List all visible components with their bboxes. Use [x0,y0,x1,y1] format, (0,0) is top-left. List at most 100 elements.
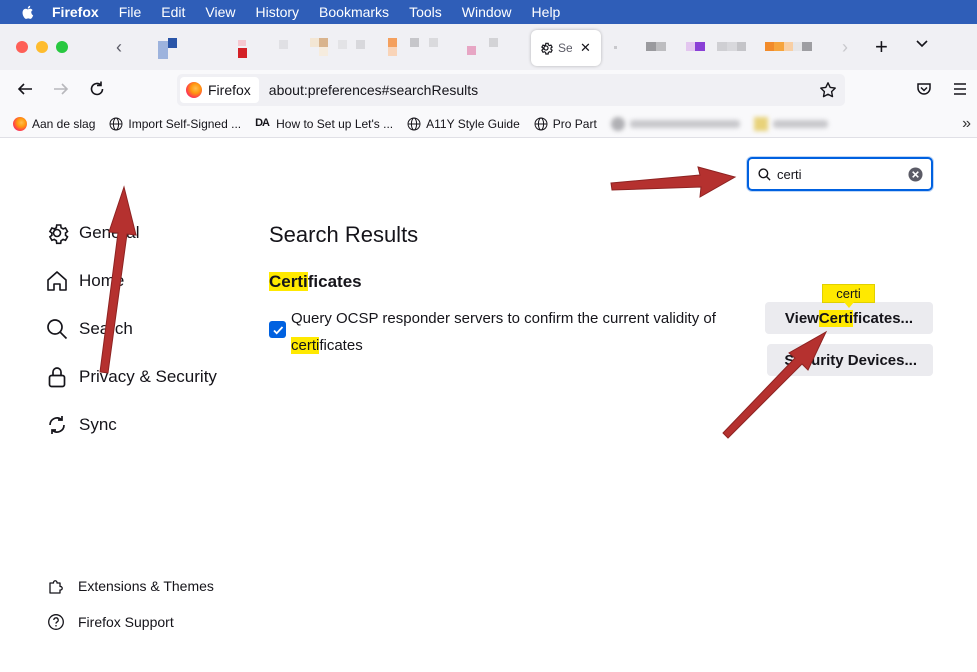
sidebar-item-sync[interactable]: Sync [45,413,117,437]
tab-settings-label: Settings [558,41,572,55]
search-highlight: certi [291,337,320,354]
reload-icon[interactable] [88,80,106,98]
section-title-rest: ficates [307,272,362,291]
bookmark-item[interactable]: Pro Part [534,117,597,131]
new-tab-icon[interactable]: + [875,34,888,60]
url-text[interactable]: about:preferences#searchResults [269,82,478,98]
firefox-logo-icon [186,82,202,98]
checkmark-icon [272,325,283,334]
scroll-tabs-left-icon[interactable]: ‹ [116,37,122,58]
bookmark-item[interactable]: DA How to Set up Let's ... [255,117,393,131]
ocsp-label-text: Query OCSP responder servers to confirm … [291,310,716,327]
page-title: Search Results [269,222,419,247]
menu-file[interactable]: File [119,4,142,20]
firefox-icon [13,116,27,131]
menu-hamburger-icon[interactable] [953,82,967,96]
search-icon [47,319,68,340]
sidebar-foot-label: Extensions & Themes [78,578,214,594]
search-highlight: Certi [818,309,854,327]
ocsp-label-rest: ficates [319,337,363,354]
bookmark-star-icon[interactable] [819,81,837,99]
menu-tools[interactable]: Tools [409,4,442,20]
bookmark-item-blurred[interactable] [753,116,828,131]
bookmark-label: Pro Part [552,116,597,131]
bookmarks-toolbar: Aan de slag Import Self-Signed ... DA Ho… [0,110,977,138]
gear-icon [48,224,69,245]
search-match-tooltip: certi [822,284,875,308]
security-devices-button[interactable]: Security Devices... [767,344,933,376]
menu-history[interactable]: History [255,4,299,20]
home-icon [47,271,67,291]
identity-box[interactable]: Firefox [180,77,259,103]
sidebar-item-label: Privacy & Security [79,367,217,386]
pocket-icon[interactable] [916,81,932,97]
globe-icon [534,117,548,130]
sidebar-extensions-themes[interactable]: Extensions & Themes [47,577,214,595]
puzzle-icon [49,580,63,594]
search-highlight: Certi [269,272,308,291]
close-window-button[interactable] [16,41,28,53]
search-icon [758,167,771,181]
back-icon[interactable] [16,80,34,98]
apple-icon[interactable] [20,4,36,20]
zoom-window-button[interactable] [56,41,68,53]
button-label-prefix: View [784,309,819,327]
globe-icon [407,117,421,130]
sidebar-item-general[interactable]: General [45,221,139,245]
section-title-certificates: Certificates [269,272,362,292]
menu-edit[interactable]: Edit [161,4,185,20]
settings-search-input[interactable] [777,166,907,182]
sidebar-item-label: General [79,223,140,242]
settings-search-box[interactable] [747,157,933,191]
bookmark-label: A11Y Style Guide [426,116,520,131]
menu-help[interactable]: Help [532,4,561,20]
macos-menubar: Firefox File Edit View History Bookmarks… [0,0,977,24]
clear-search-icon[interactable] [908,167,923,182]
identity-label: Firefox [208,82,251,98]
bookmark-item[interactable]: Import Self-Signed ... [109,117,241,131]
bookmark-label: Aan de slag [32,116,96,131]
sidebar-firefox-support[interactable]: Firefox Support [47,613,174,631]
bookmark-item-blurred[interactable] [610,116,740,131]
bookmark-item[interactable]: A11Y Style Guide [407,117,520,131]
button-label-rest: ficates... [853,309,914,327]
blurred-favicon-icon [610,116,625,131]
forward-icon[interactable] [52,80,70,98]
button-label: Security Devices... [784,351,917,369]
sidebar-item-home[interactable]: Home [45,269,124,293]
menu-firefox[interactable]: Firefox [52,4,99,20]
url-bar[interactable]: Firefox about:preferences#searchResults [177,74,845,106]
sidebar-item-search[interactable]: Search [45,317,133,341]
da-icon: DA [255,116,270,129]
bookmark-item[interactable]: Aan de slag [13,116,96,131]
navigation-toolbar: Firefox about:preferences#searchResults [0,70,977,110]
sync-icon [49,416,65,434]
ocsp-label: Query OCSP responder servers to confirm … [291,305,751,359]
tab-strip: ‹ Settings ✕ [0,24,977,70]
bookmark-label: How to Set up Let's ... [276,116,394,131]
chevron-down-icon[interactable] [915,36,929,50]
bookmark-label: Import Self-Signed ... [128,116,242,131]
close-tab-icon[interactable]: ✕ [580,40,591,56]
help-icon [48,614,64,630]
menu-view[interactable]: View [205,4,235,20]
blurred-favicon-icon [753,116,768,131]
arrow-to-search-box [610,166,737,198]
bookmarks-overflow-icon[interactable]: » [962,115,971,133]
sidebar-item-label: Home [79,271,125,290]
blurred-label [772,119,828,128]
sidebar-item-privacy[interactable]: Privacy & Security [45,365,217,389]
ocsp-checkbox[interactable] [269,321,286,338]
minimize-window-button[interactable] [36,41,48,53]
sidebar-item-label: Sync [79,415,117,434]
lock-icon [48,367,66,388]
scroll-tabs-right-icon[interactable]: › [842,37,848,58]
tab-settings[interactable]: Settings ✕ [531,30,601,66]
gear-icon [541,42,553,55]
blurred-label [629,119,740,128]
menu-window[interactable]: Window [462,4,512,20]
menu-bookmarks[interactable]: Bookmarks [319,4,389,20]
sidebar-item-label: Search [79,319,133,338]
globe-icon [109,117,123,130]
sidebar-foot-label: Firefox Support [78,614,174,630]
